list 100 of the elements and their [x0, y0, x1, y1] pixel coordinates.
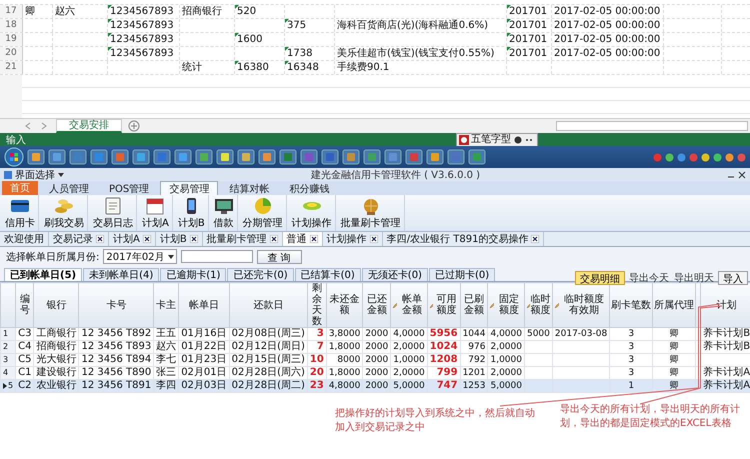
- action-button[interactable]: 导入: [718, 271, 748, 285]
- table-row[interactable]: 2 C4 招商银行 12 3456 T893 赵六 01月22日 02月12日(周日) 7 1,8000 2000 2,0000 1024 976 2,0000 3 卿 养卡计划B: [0, 340, 750, 354]
- column-header[interactable]: 已刷金额: [460, 282, 488, 328]
- column-header[interactable]: 编号: [16, 282, 34, 328]
- taskbar-app-icon[interactable]: [216, 149, 234, 165]
- document-tab[interactable]: 普通: [282, 232, 323, 246]
- taskbar-app-icon[interactable]: [342, 149, 360, 165]
- table-row[interactable]: 3 C5 光大银行 12 3456 T894 李七 01月23日 02月15日(周三) 10 8000 2000 1,0000 1208 792 1,0000 3 卿: [0, 354, 750, 366]
- document-tab[interactable]: 批量刷卡管理: [202, 232, 283, 246]
- ribbon-tab[interactable]: 结算对帐: [220, 181, 278, 195]
- column-header[interactable]: 未还金额: [326, 282, 363, 328]
- sheet-cell: 520: [237, 6, 256, 17]
- taskbar-app-icon[interactable]: [426, 149, 444, 165]
- close-icon[interactable]: [531, 235, 540, 243]
- column-header[interactable]: 帐单金额: [390, 282, 428, 328]
- taskbar-app-icon[interactable]: [468, 149, 486, 165]
- query-button[interactable]: 查 询: [256, 250, 302, 264]
- start-icon[interactable]: [4, 147, 24, 167]
- ribbon-tab[interactable]: 交易管理: [160, 181, 218, 195]
- taskbar-app-icon[interactable]: [153, 149, 171, 165]
- status-tab[interactable]: 已结算卡(0): [294, 268, 361, 281]
- taskbar-app-icon[interactable]: [69, 149, 87, 165]
- taskbar-app-icon[interactable]: [195, 149, 213, 165]
- horizontal-scrollbar[interactable]: [556, 121, 748, 131]
- toolbar-button[interactable]: 刷我交易: [41, 195, 88, 231]
- toolbar-button[interactable]: 交易日志: [90, 195, 137, 231]
- column-header[interactable]: 临时额度有效期: [552, 282, 610, 328]
- column-header[interactable]: 已还金额: [362, 282, 391, 328]
- toolbar-button[interactable]: 分期管理: [240, 195, 287, 231]
- document-tab[interactable]: 欢迎使用: [0, 232, 49, 246]
- toolbar-button[interactable]: 信用卡: [2, 195, 39, 231]
- column-header[interactable]: 固定额度: [488, 282, 524, 328]
- document-tab[interactable]: 计划B: [156, 232, 203, 246]
- ribbon-tab[interactable]: 积分赚钱: [280, 181, 338, 195]
- column-header[interactable]: 帐单日: [178, 282, 230, 328]
- column-header[interactable]: 剩余天数: [307, 282, 326, 328]
- status-tab[interactable]: 已过期卡(0): [428, 268, 496, 281]
- column-header[interactable]: 还款日: [229, 282, 308, 328]
- column-header[interactable]: 所属代理: [652, 282, 696, 328]
- taskbar-app-icon[interactable]: [258, 149, 276, 165]
- close-icon[interactable]: [738, 170, 746, 178]
- document-tab[interactable]: 计划A: [109, 232, 156, 246]
- month-dropdown[interactable]: 2017年02月: [103, 249, 177, 264]
- toolbar-button[interactable]: 批量刷卡管理: [338, 195, 405, 231]
- taskbar-app-icon[interactable]: [132, 149, 150, 165]
- toolbar-button[interactable]: 计划操作: [288, 195, 336, 231]
- tab-label: 李四/农业银行 T891的交易操作: [386, 232, 528, 246]
- status-tab[interactable]: 已到帐单日(5): [4, 268, 82, 281]
- document-tab[interactable]: 计划操作: [322, 232, 383, 246]
- column-header[interactable]: 刷卡笔数: [610, 282, 653, 328]
- close-icon[interactable]: [270, 235, 278, 243]
- status-tab[interactable]: 未到帐单日(4): [83, 268, 160, 281]
- sheet-cell: 卿: [25, 6, 35, 17]
- taskbar-app-icon[interactable]: [237, 149, 255, 165]
- toolbar-button[interactable]: 计划B: [174, 195, 209, 231]
- taskbar-app-icon[interactable]: [405, 149, 423, 165]
- column-header[interactable]: 卡主: [154, 282, 179, 328]
- close-icon[interactable]: [370, 235, 378, 243]
- column-header[interactable]: 临时额度: [524, 282, 552, 328]
- close-icon[interactable]: [310, 235, 318, 243]
- close-icon[interactable]: [96, 235, 104, 243]
- search-field[interactable]: [180, 250, 253, 263]
- taskbar-app-icon[interactable]: [174, 149, 192, 165]
- taskbar-app-icon[interactable]: [363, 149, 381, 165]
- close-icon[interactable]: [190, 235, 198, 243]
- table-cell: 5000: [526, 329, 550, 339]
- add-sheet-icon[interactable]: [128, 120, 140, 132]
- column-header[interactable]: 卡号: [78, 282, 154, 328]
- document-tab[interactable]: 李四/农业银行 T891的交易操作: [382, 232, 544, 246]
- sheet-cell: 1234567893: [110, 34, 174, 45]
- taskbar-app-icon[interactable]: [300, 149, 318, 165]
- toolbar-button[interactable]: 借款: [210, 195, 238, 231]
- ribbon-tab[interactable]: 人员管理: [40, 181, 98, 195]
- ribbon-tab[interactable]: POS管理: [100, 181, 158, 195]
- status-tab[interactable]: 已逾期卡(1): [160, 268, 226, 281]
- export-link[interactable]: 导出明天: [673, 271, 715, 285]
- caret-icon[interactable]: [58, 172, 64, 176]
- taskbar-app-icon[interactable]: [279, 149, 297, 165]
- status-tab[interactable]: 无须还卡(0): [362, 268, 428, 281]
- taskbar-app-icon[interactable]: [384, 149, 402, 165]
- status-tab[interactable]: 已还完卡(0): [227, 268, 294, 281]
- taskbar-app-icon[interactable]: [90, 149, 108, 165]
- taskbar-app-icon[interactable]: [321, 149, 339, 165]
- toolbar-button[interactable]: 计划A: [139, 195, 173, 231]
- export-link[interactable]: 导出今天: [628, 271, 670, 285]
- sheet-tab[interactable]: 交易安排: [56, 119, 122, 133]
- taskbar-app-icon[interactable]: [27, 149, 45, 165]
- close-icon[interactable]: [142, 235, 151, 243]
- action-button[interactable]: 交易明细: [575, 271, 625, 285]
- tab-label: 计划操作: [326, 232, 367, 246]
- taskbar-app-icon[interactable]: [111, 149, 129, 165]
- column-header[interactable]: 银行: [34, 282, 79, 328]
- table-row[interactable]: 1 C3 工商银行 12 3456 T892 王五 01月16日 02月08日(周三) 3 3,8000 2000 4,0000 5956 1044 4,0000 5000 2017-03-08 3 卿 养卡计划B: [0, 328, 750, 340]
- document-tab[interactable]: 交易记录: [49, 232, 109, 246]
- taskbar-app-icon[interactable]: [48, 149, 66, 165]
- column-header[interactable]: 可用额度: [427, 282, 460, 328]
- taskbar-app-icon[interactable]: [447, 149, 465, 165]
- table-row[interactable]: 5 C2 农业银行 12 3456 T891 李四 02月03日 02月28日(周二) 23 4,8000 2000 5,0000 747 1253 5,0000 1 卿 养卡计划A: [0, 380, 750, 392]
- ime-toolbar[interactable]: 五笔字型: [456, 132, 538, 146]
- layout-menu[interactable]: 界面选择: [15, 168, 55, 182]
